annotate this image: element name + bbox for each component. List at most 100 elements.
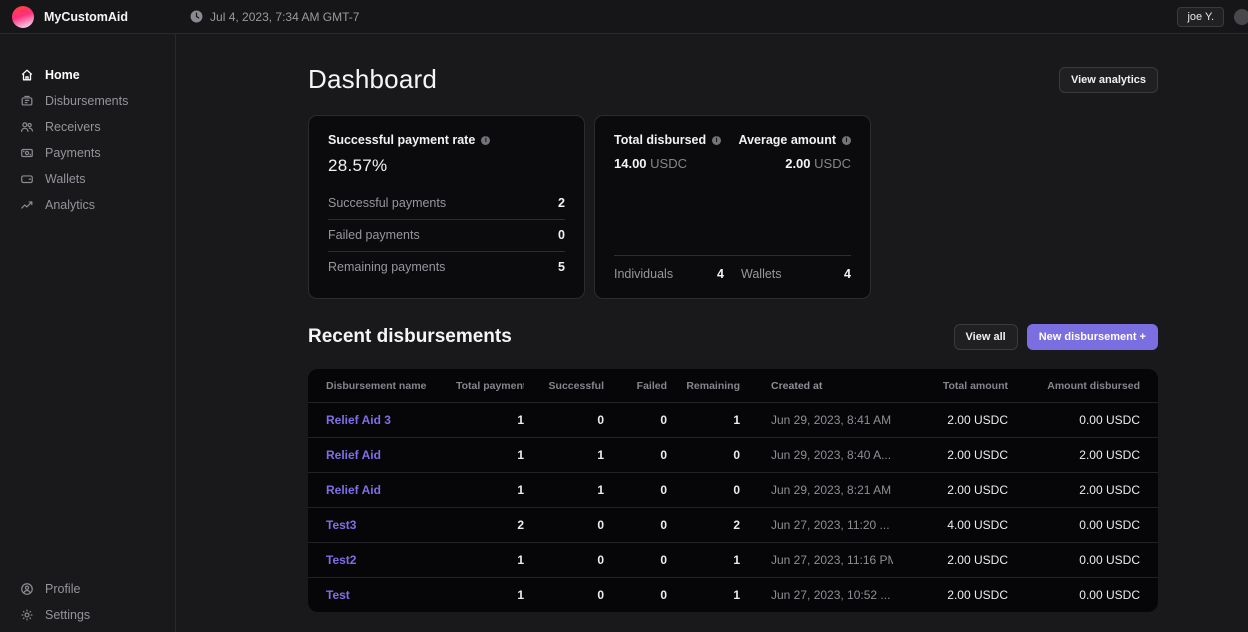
info-icon[interactable]: i — [712, 136, 721, 145]
disbursement-name-link[interactable]: Test2 — [326, 553, 456, 567]
individuals-stat: Individuals 4 — [614, 267, 724, 281]
successful-cell: 0 — [524, 413, 604, 427]
failed-cell: 0 — [604, 448, 667, 462]
remaining-cell: 0 — [667, 483, 740, 497]
main-content: Dashboard View analytics Successful paym… — [176, 34, 1248, 632]
total-payments-cell: 1 — [456, 588, 524, 602]
column-header: Amount disbursed — [1008, 380, 1140, 392]
sidebar-item-settings[interactable]: Settings — [0, 602, 175, 628]
amount-disbursed-cell: 2.00 USDC — [1008, 483, 1140, 497]
disbursements-icon — [20, 94, 34, 108]
successful-cell: 0 — [524, 588, 604, 602]
view-analytics-button[interactable]: View analytics — [1059, 67, 1158, 93]
failed-cell: 0 — [604, 413, 667, 427]
table-row[interactable]: Test 1 0 0 1 Jun 27, 2023, 10:52 ... 2.0… — [308, 577, 1158, 612]
failed-cell: 0 — [604, 553, 667, 567]
total-amount-cell: 2.00 USDC — [893, 588, 1008, 602]
total-payments-cell: 2 — [456, 518, 524, 532]
total-payments-cell: 1 — [456, 483, 524, 497]
sidebar-item-home[interactable]: Home — [0, 62, 175, 88]
disbursement-name-link[interactable]: Relief Aid 3 — [326, 413, 456, 427]
successful-cell: 0 — [524, 518, 604, 532]
successful-cell: 1 — [524, 483, 604, 497]
topbar: MyCustomAid Jul 4, 2023, 7:34 AM GMT-7 j… — [0, 0, 1248, 34]
disbursement-name-link[interactable]: Relief Aid — [326, 448, 456, 462]
sidebar-item-wallets[interactable]: Wallets — [0, 166, 175, 192]
total-amount-cell: 2.00 USDC — [893, 448, 1008, 462]
info-icon[interactable]: i — [481, 136, 490, 145]
sidebar-item-payments[interactable]: Payments — [0, 140, 175, 166]
remaining-cell: 1 — [667, 553, 740, 567]
created-at-cell: Jun 27, 2023, 10:52 ... — [740, 588, 893, 602]
sidebar-item-label: Settings — [45, 608, 90, 622]
created-at-cell: Jun 27, 2023, 11:16 PM — [740, 553, 893, 567]
card-title: Average amount — [739, 133, 836, 147]
remaining-cell: 1 — [667, 588, 740, 602]
stat-row-remaining: Remaining payments 5 — [328, 251, 565, 283]
amount-disbursed-cell: 0.00 USDC — [1008, 588, 1140, 602]
table-header: Disbursement name Total payments Success… — [308, 369, 1158, 402]
stat-label: Successful payments — [328, 196, 446, 210]
settings-icon — [20, 608, 34, 622]
total-amount-cell: 2.00 USDC — [893, 483, 1008, 497]
stat-label: Failed payments — [328, 228, 420, 242]
total-amount-cell: 4.00 USDC — [893, 518, 1008, 532]
card-title: Successful payment rate — [328, 133, 475, 147]
stat-label: Remaining payments — [328, 260, 445, 274]
card-title: Total disbursed — [614, 133, 706, 147]
sidebar-item-receivers[interactable]: Receivers — [0, 114, 175, 140]
view-all-button[interactable]: View all — [954, 324, 1018, 350]
sidebar-item-label: Disbursements — [45, 94, 128, 108]
successful-cell: 0 — [524, 553, 604, 567]
new-disbursement-button[interactable]: New disbursement + — [1027, 324, 1158, 350]
sidebar-item-label: Payments — [45, 146, 101, 160]
failed-cell: 0 — [604, 588, 667, 602]
disbursements-table: Disbursement name Total payments Success… — [308, 369, 1158, 612]
column-header: Successful — [524, 380, 604, 392]
clock-icon — [190, 10, 203, 23]
sidebar-item-label: Analytics — [45, 198, 95, 212]
info-icon[interactable]: i — [842, 136, 851, 145]
stat-row-successful: Successful payments 2 — [328, 188, 565, 219]
table-row[interactable]: Test3 2 0 0 2 Jun 27, 2023, 11:20 ... 4.… — [308, 507, 1158, 542]
page-title: Dashboard — [308, 64, 437, 95]
stat-value: 0 — [558, 228, 565, 242]
average-amount-value: 2.00 USDC — [785, 156, 851, 171]
wallets-stat: Wallets 4 — [741, 267, 851, 281]
payment-rate-card: Successful payment rate i 28.57% Success… — [308, 115, 585, 299]
total-payments-cell: 1 — [456, 448, 524, 462]
column-header: Created at — [740, 380, 893, 392]
created-at-cell: Jun 29, 2023, 8:40 A... — [740, 448, 893, 462]
sidebar-item-profile[interactable]: Profile — [0, 576, 175, 602]
stat-value: 5 — [558, 260, 565, 274]
app-name: MyCustomAid — [44, 10, 128, 24]
created-at-cell: Jun 29, 2023, 8:21 AM — [740, 483, 893, 497]
column-header: Total payments — [456, 380, 524, 392]
payments-icon — [20, 146, 34, 160]
recent-disbursements-title: Recent disbursements — [308, 326, 512, 348]
datetime-text: Jul 4, 2023, 7:34 AM GMT-7 — [210, 10, 359, 24]
total-amount-cell: 2.00 USDC — [893, 553, 1008, 567]
amount-disbursed-cell: 2.00 USDC — [1008, 448, 1140, 462]
table-row[interactable]: Relief Aid 1 1 0 0 Jun 29, 2023, 8:40 A.… — [308, 437, 1158, 472]
disbursement-name-link[interactable]: Relief Aid — [326, 483, 456, 497]
table-body: Relief Aid 3 1 0 0 1 Jun 29, 2023, 8:41 … — [308, 402, 1158, 612]
avatar[interactable] — [1234, 9, 1248, 25]
disbursement-name-link[interactable]: Test3 — [326, 518, 456, 532]
app-logo — [12, 6, 34, 28]
sidebar-item-label: Wallets — [45, 172, 86, 186]
failed-cell: 0 — [604, 483, 667, 497]
table-row[interactable]: Test2 1 0 0 1 Jun 27, 2023, 11:16 PM 2.0… — [308, 542, 1158, 577]
sidebar-item-analytics[interactable]: Analytics — [0, 192, 175, 218]
datetime-display: Jul 4, 2023, 7:34 AM GMT-7 — [190, 10, 359, 24]
sidebar-item-disbursements[interactable]: Disbursements — [0, 88, 175, 114]
stat-value: 2 — [558, 196, 565, 210]
disbursement-name-link[interactable]: Test — [326, 588, 456, 602]
table-row[interactable]: Relief Aid 3 1 0 0 1 Jun 29, 2023, 8:41 … — [308, 402, 1158, 437]
sidebar-spacer — [0, 218, 175, 576]
analytics-icon — [20, 198, 34, 212]
amount-disbursed-cell: 0.00 USDC — [1008, 553, 1140, 567]
successful-cell: 1 — [524, 448, 604, 462]
table-row[interactable]: Relief Aid 1 1 0 0 Jun 29, 2023, 8:21 AM… — [308, 472, 1158, 507]
user-menu-button[interactable]: joe Y. — [1177, 7, 1224, 27]
